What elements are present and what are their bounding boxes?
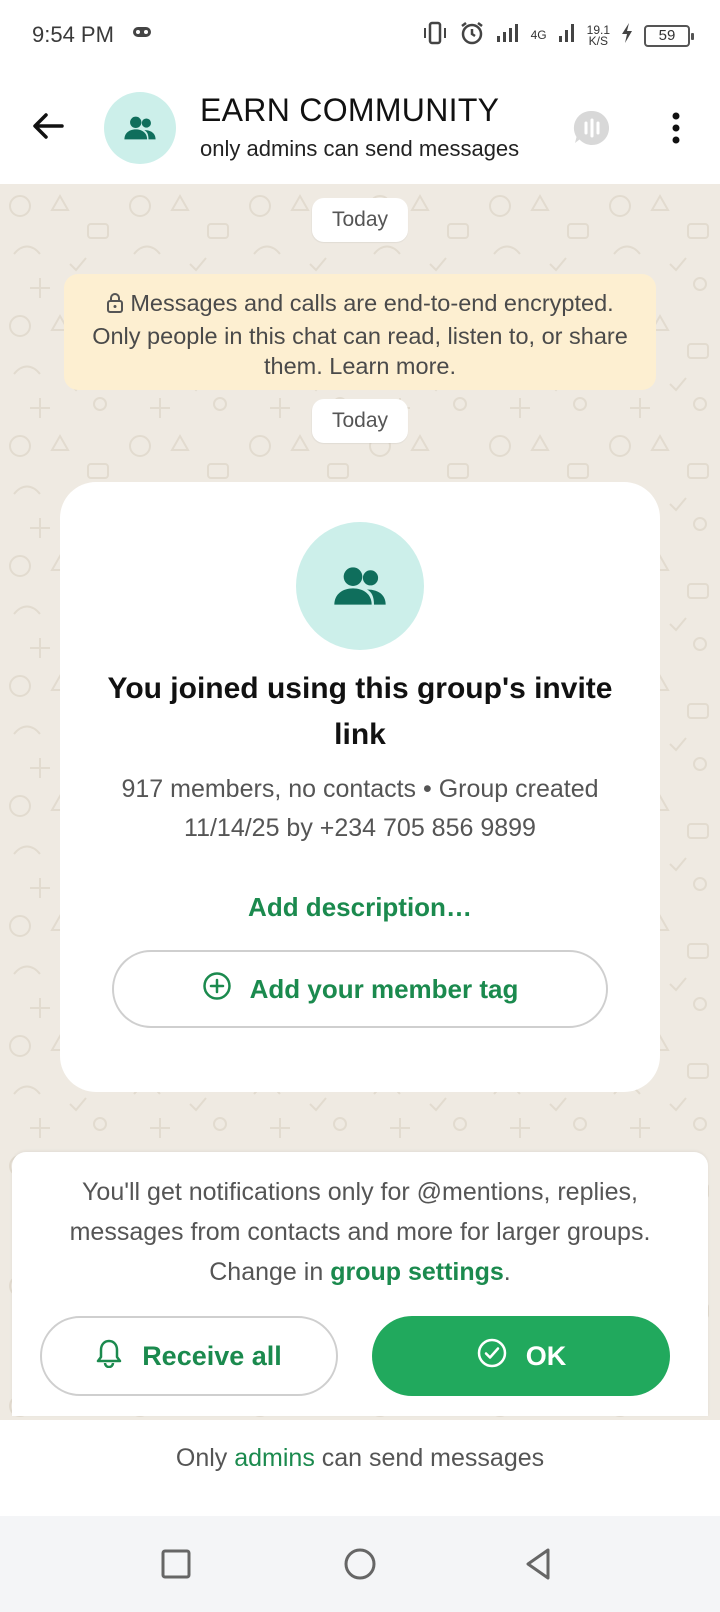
admins-link[interactable]: admins <box>234 1444 315 1472</box>
alarm-icon <box>459 20 485 51</box>
chat-header: EARN COMMUNITY only admins can send mess… <box>0 72 720 184</box>
signal-icon <box>495 22 521 49</box>
group-info-card: You joined using this group's invite lin… <box>60 482 660 1092</box>
lock-icon <box>106 291 124 321</box>
voice-chat-icon[interactable] <box>572 108 612 148</box>
group-avatar[interactable] <box>104 92 176 164</box>
signal-icon-2 <box>557 22 577 49</box>
encryption-notice[interactable]: Messages and calls are end-to-end encryp… <box>64 274 656 390</box>
group-meta: 917 members, no contacts • Group created… <box>121 775 599 842</box>
check-circle-icon <box>476 1337 508 1376</box>
notification-text: You'll get notifications only for @menti… <box>36 1172 684 1292</box>
network-label: 4G <box>530 28 547 42</box>
ok-label: OK <box>525 1340 567 1371</box>
add-member-tag-button[interactable]: Add your member tag <box>112 950 608 1028</box>
nav-recents-icon[interactable] <box>156 1544 196 1584</box>
vibrate-icon <box>421 21 449 50</box>
date-chip: Today <box>311 198 409 242</box>
admins-only-footer: Only admins can send messages <box>0 1420 720 1516</box>
member-tag-label: Add your member tag <box>249 973 519 1004</box>
chat-title[interactable]: EARN COMMUNITY <box>200 92 499 129</box>
charging-icon <box>620 22 634 49</box>
group-icon <box>334 567 386 605</box>
speed-unit: K/S <box>588 33 608 48</box>
game-controller-icon <box>132 24 152 45</box>
system-nav-bar <box>0 1516 720 1612</box>
nav-back-icon[interactable] <box>518 1544 558 1584</box>
more-vert-icon[interactable] <box>664 108 688 148</box>
status-bar: 9:54 PM 4G 19.1 K/S 59 <box>0 0 720 72</box>
notification-panel: You'll get notifications only for @menti… <box>12 1152 708 1416</box>
status-time: 9:54 PM <box>32 22 114 47</box>
footer-text-end: can send messages <box>314 1444 545 1472</box>
chat-subtitle[interactable]: only admins can send messages <box>200 136 540 162</box>
receive-all-button[interactable]: Receive all <box>40 1316 338 1396</box>
add-circle-icon <box>202 971 232 1008</box>
network-type: 4G <box>530 28 547 42</box>
ok-button[interactable]: OK <box>372 1316 670 1396</box>
nav-home-icon[interactable] <box>340 1544 380 1584</box>
footer-text-start: Only <box>175 1444 235 1472</box>
network-speed: 19.1 K/S <box>587 24 610 48</box>
encryption-text: Messages and calls are end-to-end encryp… <box>92 290 628 379</box>
back-arrow-icon[interactable] <box>28 106 68 146</box>
group-icon <box>124 116 156 140</box>
bell-icon <box>96 1338 122 1375</box>
receive-all-label: Receive all <box>142 1340 282 1371</box>
battery-icon: 59 <box>644 24 694 47</box>
add-description-link[interactable]: Add description… <box>60 892 660 923</box>
date-chip-2: Today <box>311 399 409 443</box>
card-title: You joined using this group's invite lin… <box>107 672 613 751</box>
notification-text-end: . <box>503 1258 511 1286</box>
group-avatar-large <box>296 522 424 650</box>
group-settings-link[interactable]: group settings <box>330 1258 504 1286</box>
